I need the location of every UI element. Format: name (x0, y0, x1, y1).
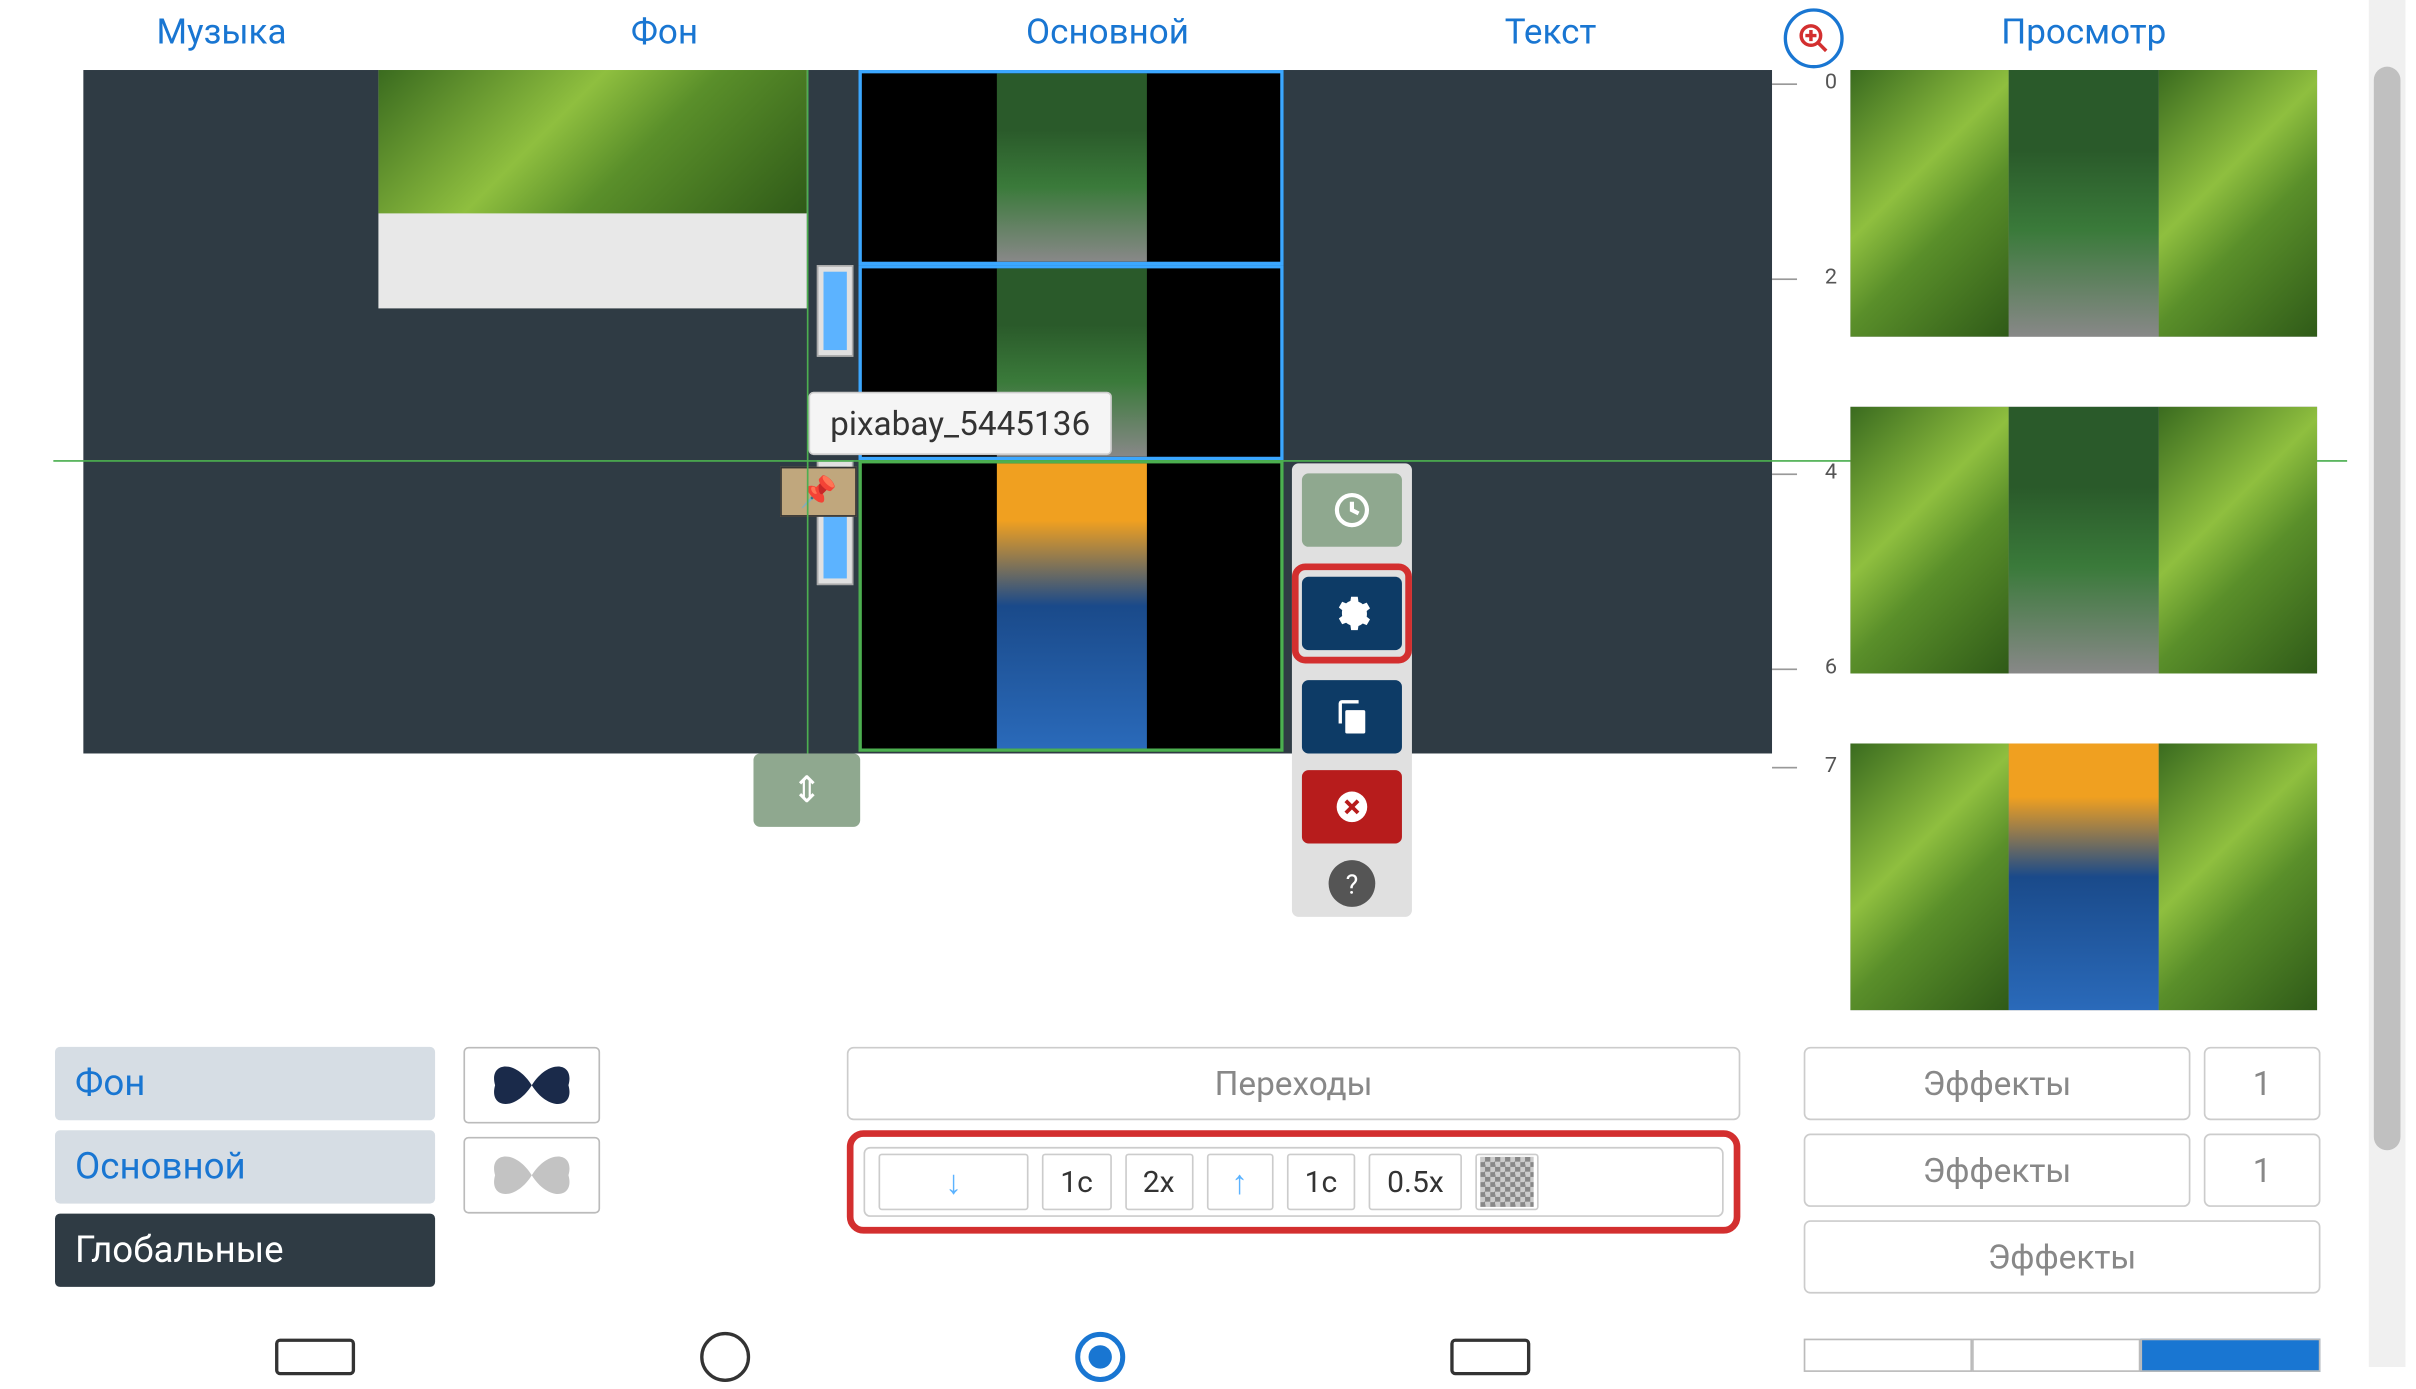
bottom-progress-bar[interactable] (1804, 1339, 2321, 1372)
clip-copy-button[interactable] (1302, 680, 1402, 753)
effects-button-1[interactable]: Эффекты (1804, 1047, 2191, 1120)
transitions-button[interactable]: Переходы (847, 1047, 1741, 1120)
control-box-2[interactable] (1450, 1339, 1530, 1376)
tab-background[interactable]: Фон (443, 0, 886, 67)
transition-in-preview[interactable]: ↓ (879, 1154, 1029, 1211)
lane-resize-handle[interactable]: ⇕ (753, 753, 860, 826)
layer-item-background[interactable]: Фон (55, 1047, 435, 1120)
transition-in-time[interactable]: 1c (1042, 1154, 1111, 1211)
clip-delete-button[interactable] (1302, 770, 1402, 843)
control-circle-1[interactable] (700, 1332, 750, 1382)
pin-badge[interactable]: 📌 (780, 467, 857, 517)
preview-column (1850, 70, 2317, 1010)
copy-icon (1332, 697, 1372, 737)
layer-preview-main[interactable] (463, 1137, 600, 1214)
noise-icon (1480, 1157, 1533, 1207)
clip-help-button[interactable]: ? (1329, 860, 1376, 907)
clip-settings-button[interactable] (1302, 577, 1402, 650)
tab-main[interactable]: Основной (886, 0, 1329, 67)
clip-1[interactable] (859, 70, 1284, 265)
transitions-row-highlight: ↓ 1c 2x ↑ 1c 0.5x (847, 1130, 1741, 1233)
tab-text[interactable]: Текст (1329, 0, 1772, 67)
clip-timing-button[interactable] (1302, 473, 1402, 546)
effects-button-3[interactable]: Эффекты (1804, 1220, 2321, 1293)
transition-in-mult[interactable]: 2x (1124, 1154, 1192, 1211)
effects-button-2[interactable]: Эффекты (1804, 1134, 2191, 1207)
control-radio-selected[interactable] (1075, 1332, 1125, 1382)
transition-noise-button[interactable] (1475, 1154, 1538, 1211)
layer-list: Фон Основной Глобальные (55, 1047, 435, 1287)
transition-out-time[interactable]: 1c (1286, 1154, 1355, 1211)
background-clip[interactable] (378, 70, 806, 308)
clip-3-selected[interactable] (859, 460, 1284, 752)
gear-icon (1332, 593, 1372, 633)
layer-item-global[interactable]: Глобальные (55, 1214, 435, 1287)
clock-icon (1332, 490, 1372, 530)
scrollbar-thumb[interactable] (2374, 67, 2401, 1151)
butterfly-icon (482, 1145, 582, 1205)
help-icon: ? (1346, 868, 1359, 900)
butterfly-icon (482, 1055, 582, 1115)
control-box-1[interactable] (275, 1339, 355, 1376)
tab-music[interactable]: Музыка (0, 0, 443, 67)
zoom-in-button[interactable] (1784, 8, 1844, 68)
layer-item-main[interactable]: Основной (55, 1130, 435, 1203)
clip-2-handle[interactable] (817, 265, 854, 357)
transition-out-mult[interactable]: 0.5x (1369, 1154, 1462, 1211)
vertical-scrollbar[interactable] (2369, 0, 2406, 1367)
layer-preview-background[interactable] (463, 1047, 600, 1124)
snap-guide-vertical (807, 70, 809, 753)
timeline-ruler: 0 2 4 6 7 (1772, 70, 1847, 787)
arrow-up-icon: ↑ (1231, 1161, 1248, 1203)
tab-preview[interactable]: Просмотр (1850, 13, 2317, 53)
preview-thumb-1[interactable] (1850, 70, 2317, 337)
bottom-controls (0, 1339, 1772, 1389)
preview-thumb-2[interactable] (1850, 407, 2317, 674)
clip-tooltip: pixabay_5445136 (808, 392, 1111, 455)
clip-settings-highlight (1292, 563, 1412, 663)
pin-icon: 📌 (800, 474, 837, 509)
delete-icon (1334, 788, 1371, 825)
arrow-down-icon: ↓ (945, 1161, 962, 1203)
effects-count-2: 1 (2204, 1134, 2321, 1207)
transitions-row: ↓ 1c 2x ↑ 1c 0.5x (864, 1147, 1724, 1217)
preview-thumb-3[interactable] (1850, 743, 2317, 1010)
zoom-in-icon (1797, 22, 1830, 55)
clip-context-toolbar: ? (1292, 463, 1412, 916)
resize-icon: ⇕ (791, 769, 822, 811)
transition-out-preview[interactable]: ↑ (1206, 1154, 1273, 1211)
effects-count-1: 1 (2204, 1047, 2321, 1120)
